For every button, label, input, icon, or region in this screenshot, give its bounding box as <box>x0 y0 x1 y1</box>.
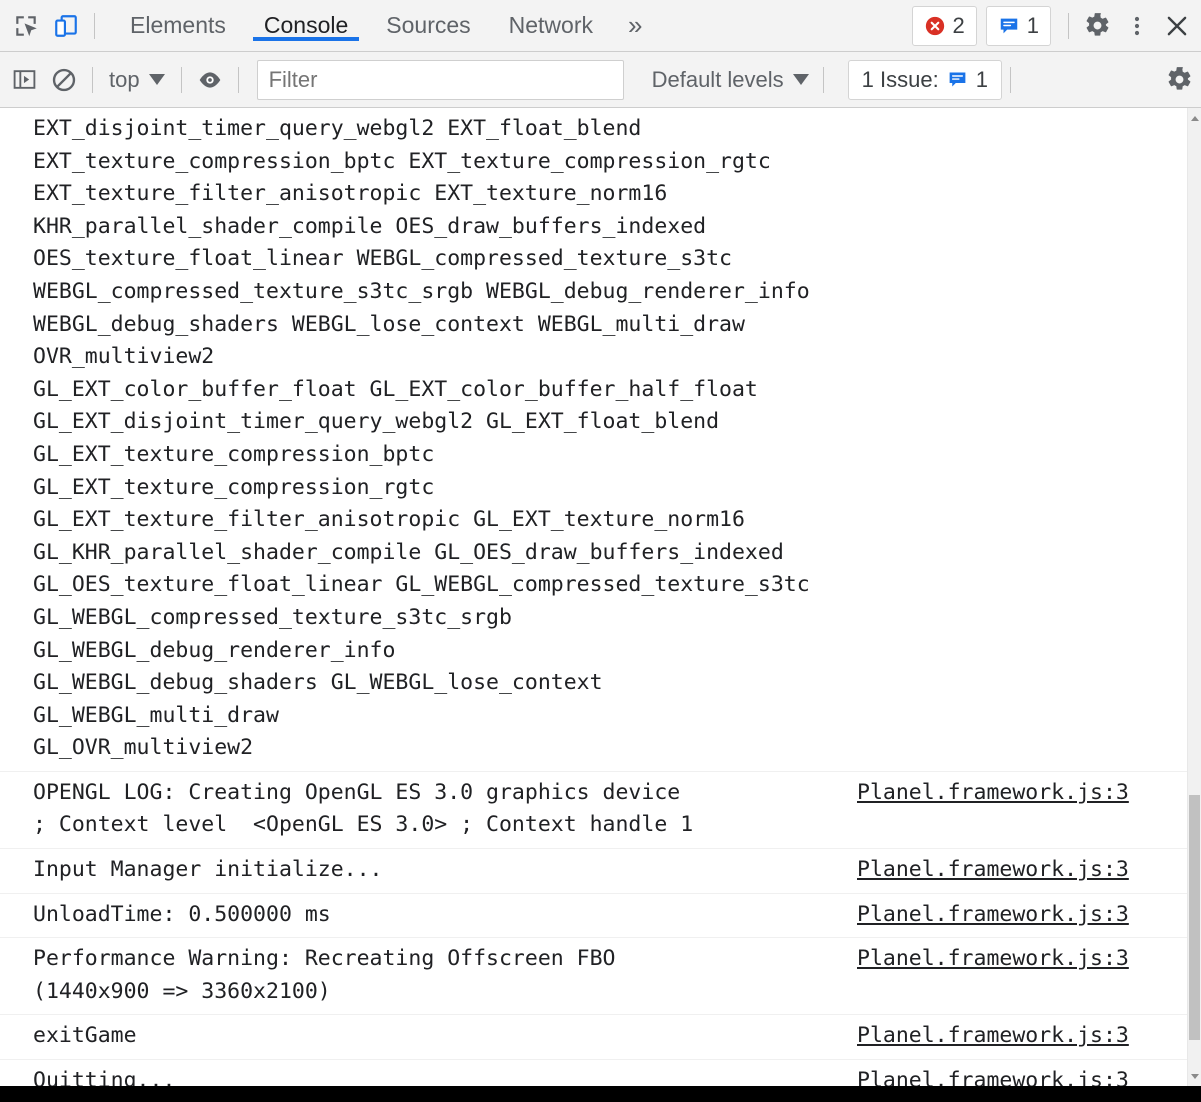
devtools-tab-bar: Elements Console Sources Network » 2 1 <box>0 0 1201 52</box>
filter-divider-3 <box>237 66 239 93</box>
filter-input[interactable] <box>256 59 624 100</box>
console-message-row[interactable]: UnloadTime: 0.500000 ms Planel.framework… <box>0 894 1187 939</box>
tab-elements-label: Elements <box>130 12 226 38</box>
tab-bar-left-controls: Elements Console Sources Network » <box>0 0 658 51</box>
close-icon[interactable] <box>1157 6 1197 46</box>
chevron-down-icon <box>792 74 809 85</box>
console-message-text: Performance Warning: Recreating Offscree… <box>33 946 616 1004</box>
error-count-badge[interactable]: 2 <box>911 5 977 46</box>
execution-context-selector[interactable]: top <box>101 67 173 93</box>
error-circle-icon <box>925 16 944 35</box>
device-toolbar-icon[interactable] <box>46 6 86 46</box>
tab-bar-right-controls: 2 1 <box>911 0 1201 51</box>
console-message-row[interactable]: Performance Warning: Recreating Offscree… <box>0 938 1187 1016</box>
console-message-source-link[interactable]: Planel.framework.js:3 <box>857 899 1187 932</box>
inspect-element-icon[interactable] <box>6 6 46 46</box>
filter-divider-4 <box>822 66 824 93</box>
devtools-window: Elements Console Sources Network » 2 1 t… <box>0 0 1201 1102</box>
console-message-source-link[interactable]: Planel.framework.js:3 <box>857 777 1187 810</box>
tab-sources[interactable]: Sources <box>367 10 489 41</box>
chevron-down-icon <box>148 74 165 85</box>
tab-sources-label: Sources <box>386 12 471 38</box>
console-message-source-link[interactable]: Planel.framework.js:3 <box>857 1065 1187 1086</box>
message-count-badge[interactable]: 1 <box>985 5 1051 46</box>
console-message-text: OPENGL LOG: Creating OpenGL ES 3.0 graph… <box>33 779 694 838</box>
message-bubble-icon <box>949 72 966 87</box>
log-levels-label: Default levels <box>651 66 784 92</box>
console-message-text: exitGame <box>33 1023 137 1049</box>
error-count-label: 2 <box>952 12 965 38</box>
console-message-row[interactable]: exitGame Planel.framework.js:3 <box>0 1015 1187 1061</box>
console-sidebar-icon[interactable] <box>4 60 44 100</box>
console-message-row[interactable]: Quitting... Planel.framework.js:3 <box>0 1060 1187 1086</box>
kebab-menu-icon[interactable] <box>1117 6 1157 46</box>
scrollbar-thumb[interactable] <box>1189 795 1200 1040</box>
console-message-row[interactable]: EXT_disjoint_timer_query_webgl2 EXT_floa… <box>0 108 1187 772</box>
console-message-text: Quitting... <box>33 1068 176 1086</box>
tab-bar-divider <box>94 12 95 39</box>
filter-divider-2 <box>180 66 182 93</box>
issues-label: 1 Issue: <box>861 66 939 92</box>
tab-network[interactable]: Network <box>490 10 612 41</box>
console-message-text: EXT_disjoint_timer_query_webgl2 EXT_floa… <box>33 116 810 761</box>
console-scrollbar[interactable] <box>1187 108 1201 1086</box>
console-message-source-link[interactable]: Planel.framework.js:3 <box>857 854 1187 887</box>
message-bubble-icon <box>1000 18 1017 33</box>
message-count-label: 1 <box>1026 12 1039 38</box>
console-message-row[interactable]: OPENGL LOG: Creating OpenGL ES 3.0 graph… <box>0 772 1187 850</box>
gear-icon[interactable] <box>1159 60 1199 100</box>
more-tabs-label: » <box>628 10 643 40</box>
log-levels-selector[interactable]: Default levels <box>646 67 815 93</box>
issues-badge[interactable]: 1 Issue: 1 <box>847 59 1002 100</box>
more-tabs-icon[interactable]: » <box>612 10 658 41</box>
gear-icon[interactable] <box>1077 6 1117 46</box>
scrollbar-up-arrow-icon[interactable] <box>1188 111 1201 125</box>
filter-divider-1 <box>92 66 93 93</box>
console-message-text: UnloadTime: 0.500000 ms <box>33 901 331 927</box>
eye-icon[interactable] <box>190 60 230 100</box>
tab-elements[interactable]: Elements <box>111 10 245 41</box>
console-filter-toolbar: top Default levels 1 Issue: 1 <box>0 52 1201 108</box>
scrollbar-down-arrow-icon[interactable] <box>1188 1069 1201 1083</box>
console-message-text: Input Manager initialize... <box>33 857 383 883</box>
console-message-row[interactable]: Input Manager initialize... Planel.frame… <box>0 849 1187 894</box>
console-message-area[interactable]: EXT_disjoint_timer_query_webgl2 EXT_floa… <box>0 108 1201 1086</box>
console-message-source-link[interactable]: Planel.framework.js:3 <box>857 943 1187 976</box>
tab-console-label: Console <box>263 12 349 38</box>
window-bottom-bar <box>0 1086 1201 1102</box>
tab-console[interactable]: Console <box>245 10 367 41</box>
tab-network-label: Network <box>508 12 593 38</box>
execution-context-label: top <box>109 66 140 92</box>
clear-console-icon[interactable] <box>44 60 84 100</box>
console-message-source-link[interactable]: Planel.framework.js:3 <box>857 1020 1187 1053</box>
panel-tabs: Elements Console Sources Network » <box>111 10 658 41</box>
tab-bar-right-divider <box>1068 12 1069 39</box>
issues-count-label: 1 <box>975 66 988 92</box>
console-message-list: EXT_disjoint_timer_query_webgl2 EXT_floa… <box>0 108 1187 1086</box>
filter-divider-5 <box>1009 66 1011 93</box>
